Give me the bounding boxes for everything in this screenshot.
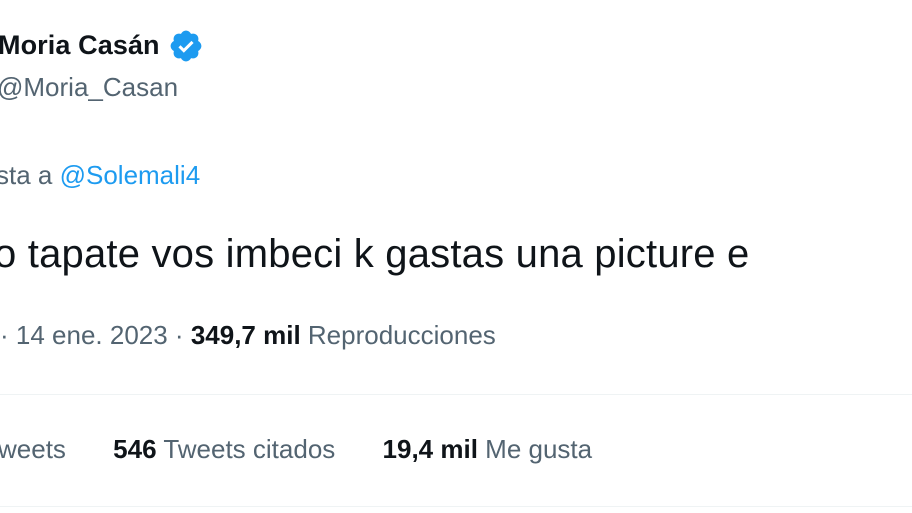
quote-tweets-stat-link[interactable]: 546 Tweets citados <box>113 434 335 465</box>
divider-bottom <box>0 506 912 507</box>
retweets-label: weets <box>0 434 66 464</box>
tweet-text: o tapate vos imbeci k gastas una picture… <box>0 232 750 276</box>
tweet-metadata: · 14 ene. 2023 · 349,7 mil Reproduccione… <box>0 320 496 351</box>
verified-badge-icon[interactable] <box>168 28 204 64</box>
views-count: 349,7 mil <box>190 320 301 350</box>
tweet-detail: Moria Casán @Moria_Casan sta a @Solemali… <box>0 0 912 513</box>
retweets-stat-link[interactable]: weets <box>0 434 66 465</box>
likes-label: Me gusta <box>485 434 593 464</box>
tweet-timestamp[interactable]: · 14 ene. 2023 · <box>0 320 184 350</box>
replying-to: sta a @Solemali4 <box>0 160 200 191</box>
author-display-name[interactable]: Moria Casán <box>0 30 160 61</box>
engagement-stats: weets 546 Tweets citados 19,4 mil Me gus… <box>0 434 592 465</box>
quote-tweets-label: Tweets citados <box>163 434 336 464</box>
views-label: Reproducciones <box>307 320 496 350</box>
likes-count: 19,4 mil <box>382 434 478 464</box>
author-row: Moria Casán <box>0 26 204 64</box>
quote-tweets-count: 546 <box>113 434 157 464</box>
replying-to-prefix: sta a <box>0 160 60 190</box>
likes-stat-link[interactable]: 19,4 mil Me gusta <box>383 434 593 465</box>
divider-top <box>0 394 912 395</box>
replying-to-mention-link[interactable]: @Solemali4 <box>60 160 201 190</box>
author-handle[interactable]: @Moria_Casan <box>0 72 178 103</box>
